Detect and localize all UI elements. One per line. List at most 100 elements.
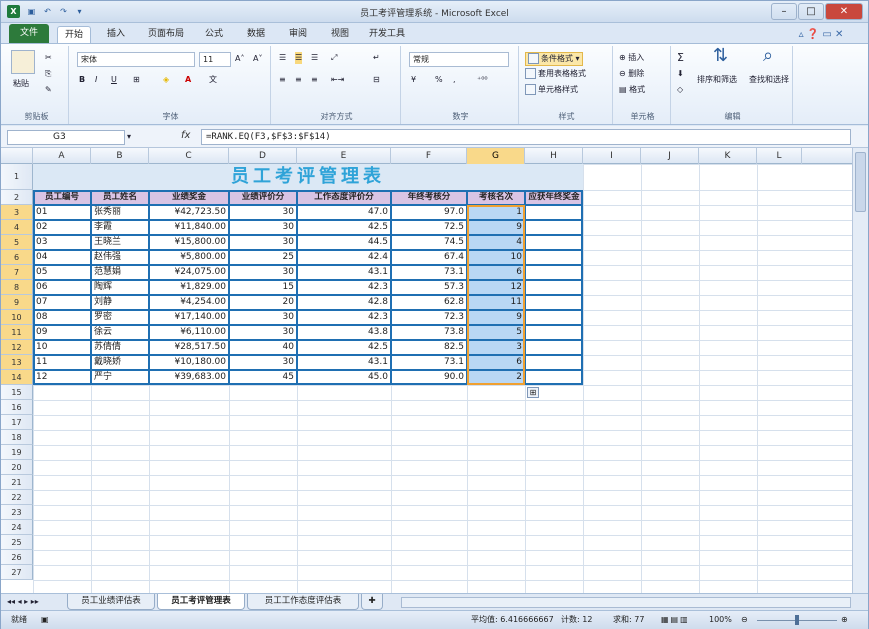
column-header-I[interactable]: I bbox=[583, 148, 641, 164]
zoom-level[interactable]: 100% bbox=[709, 611, 732, 629]
data-cell[interactable]: 2 bbox=[467, 370, 525, 385]
row-header-5[interactable]: 5 bbox=[1, 235, 33, 250]
data-cell[interactable]: 40 bbox=[229, 340, 297, 355]
data-cell[interactable]: 43.8 bbox=[297, 325, 391, 340]
data-cell[interactable]: 44.5 bbox=[297, 235, 391, 250]
row-header-6[interactable]: 6 bbox=[1, 250, 33, 265]
data-cell[interactable] bbox=[525, 325, 583, 340]
column-header-D[interactable]: D bbox=[229, 148, 297, 164]
copy-icon[interactable]: ⎘ bbox=[45, 68, 51, 80]
data-cell[interactable]: 57.3 bbox=[391, 280, 467, 295]
macro-record-icon[interactable]: ▣ bbox=[41, 611, 49, 629]
row-header-22[interactable]: 22 bbox=[1, 490, 33, 505]
data-cell[interactable]: 张秀丽 bbox=[91, 205, 149, 220]
data-cell[interactable] bbox=[525, 250, 583, 265]
tab-review[interactable]: 审阅 bbox=[281, 26, 315, 43]
row-header-26[interactable]: 26 bbox=[1, 550, 33, 565]
close-button[interactable]: ✕ bbox=[825, 3, 863, 20]
row-header-21[interactable]: 21 bbox=[1, 475, 33, 490]
data-cell[interactable]: 30 bbox=[229, 205, 297, 220]
insert-sheet-icon[interactable]: ✚ bbox=[361, 594, 383, 610]
tab-view[interactable]: 视图 bbox=[323, 26, 357, 43]
data-cell[interactable]: 02 bbox=[33, 220, 91, 235]
sort-filter-button[interactable]: 排序和筛选 bbox=[697, 74, 737, 86]
comma-button[interactable]: , bbox=[453, 74, 456, 86]
data-cell[interactable] bbox=[525, 205, 583, 220]
sort-filter-icon[interactable]: ⇅ bbox=[713, 47, 728, 65]
row-header-13[interactable]: 13 bbox=[1, 355, 33, 370]
row-header-7[interactable]: 7 bbox=[1, 265, 33, 280]
underline-button[interactable]: U bbox=[111, 74, 117, 86]
data-cell[interactable]: 42.3 bbox=[297, 280, 391, 295]
data-cell[interactable]: 3 bbox=[467, 340, 525, 355]
find-select-button[interactable]: 查找和选择 bbox=[749, 74, 789, 86]
data-cell[interactable]: ¥15,800.00 bbox=[149, 235, 229, 250]
insert-function-icon[interactable]: fx bbox=[181, 130, 190, 141]
column-header-J[interactable]: J bbox=[641, 148, 699, 164]
align-right-icon[interactable]: ≡ bbox=[311, 74, 318, 86]
format-painter-icon[interactable]: ✎ bbox=[45, 84, 52, 96]
font-name-combo[interactable]: 宋体 bbox=[77, 52, 195, 67]
data-cell[interactable] bbox=[525, 220, 583, 235]
align-bottom-icon[interactable]: ☰ bbox=[311, 52, 318, 64]
data-cell[interactable]: 05 bbox=[33, 265, 91, 280]
data-cell[interactable] bbox=[525, 370, 583, 385]
data-cell[interactable]: 苏倩倩 bbox=[91, 340, 149, 355]
align-center-icon[interactable]: ≡ bbox=[295, 74, 302, 86]
border-icon[interactable]: ⊞ bbox=[133, 74, 140, 86]
sheet-nav-arrows[interactable]: ◂◂ ◂ ▸ ▸▸ bbox=[7, 596, 39, 608]
data-cell[interactable]: 47.0 bbox=[297, 205, 391, 220]
data-cell[interactable]: 73.1 bbox=[391, 355, 467, 370]
help-icons[interactable]: ▵ ❓ ▭ ✕ bbox=[791, 26, 851, 43]
data-cell[interactable]: 67.4 bbox=[391, 250, 467, 265]
data-cell[interactable]: ¥24,075.00 bbox=[149, 265, 229, 280]
row-header-14[interactable]: 14 bbox=[1, 370, 33, 385]
column-header-C[interactable]: C bbox=[149, 148, 229, 164]
zoom-out-button[interactable]: ⊖ bbox=[741, 611, 748, 629]
sheet-tab-performance[interactable]: 员工业绩评估表 bbox=[67, 594, 155, 610]
row-header-1[interactable]: 1 bbox=[1, 164, 33, 190]
merge-center-icon[interactable]: ⊟ bbox=[373, 74, 380, 86]
formula-input[interactable]: =RANK.EQ(F3,$F$3:$F$14) bbox=[201, 129, 851, 145]
data-cell[interactable]: 戴晓娇 bbox=[91, 355, 149, 370]
row-header-9[interactable]: 9 bbox=[1, 295, 33, 310]
data-cell[interactable]: ¥17,140.00 bbox=[149, 310, 229, 325]
data-cell[interactable]: 73.8 bbox=[391, 325, 467, 340]
phonetic-icon[interactable]: 文 bbox=[209, 74, 217, 86]
sheet-tab-evaluation[interactable]: 员工考评管理表 bbox=[157, 594, 245, 610]
horizontal-scrollbar[interactable] bbox=[401, 597, 851, 608]
accounting-format-icon[interactable]: ¥ bbox=[411, 74, 416, 86]
header-cell[interactable]: 工作态度评价分 bbox=[297, 190, 391, 205]
find-select-icon[interactable]: ⌕ bbox=[763, 47, 773, 65]
data-cell[interactable]: 20 bbox=[229, 295, 297, 310]
number-format-combo[interactable]: 常规 bbox=[409, 52, 509, 67]
data-cell[interactable]: 03 bbox=[33, 235, 91, 250]
column-header-E[interactable]: E bbox=[297, 148, 391, 164]
column-header-G[interactable]: G bbox=[467, 148, 525, 164]
data-cell[interactable]: 30 bbox=[229, 355, 297, 370]
column-header-F[interactable]: F bbox=[391, 148, 467, 164]
data-cell[interactable]: 王晓兰 bbox=[91, 235, 149, 250]
data-cell[interactable]: 90.0 bbox=[391, 370, 467, 385]
row-header-23[interactable]: 23 bbox=[1, 505, 33, 520]
data-cell[interactable]: ¥4,254.00 bbox=[149, 295, 229, 310]
paste-button[interactable]: 粘贴 bbox=[13, 78, 29, 90]
insert-cells-button[interactable]: ⊕ 插入 bbox=[619, 52, 644, 64]
cell-styles-button[interactable]: 单元格样式 bbox=[525, 84, 578, 96]
align-middle-icon[interactable]: ☰ bbox=[295, 52, 303, 64]
row-header-4[interactable]: 4 bbox=[1, 220, 33, 235]
data-cell[interactable]: 12 bbox=[33, 370, 91, 385]
data-cell[interactable]: 09 bbox=[33, 325, 91, 340]
row-header-3[interactable]: 3 bbox=[1, 205, 33, 220]
name-box[interactable]: G3 bbox=[7, 130, 125, 145]
decimal-icon[interactable]: ⁺⁰⁰ bbox=[477, 74, 488, 86]
header-cell[interactable]: 考核名次 bbox=[467, 190, 525, 205]
row-header-19[interactable]: 19 bbox=[1, 445, 33, 460]
tab-home[interactable]: 开始 bbox=[57, 26, 91, 43]
shrink-font-button[interactable]: A˅ bbox=[253, 53, 262, 65]
tab-file[interactable]: 文件 bbox=[9, 24, 49, 43]
tab-data[interactable]: 数据 bbox=[239, 26, 273, 43]
data-cell[interactable]: 08 bbox=[33, 310, 91, 325]
header-cell[interactable]: 员工编号 bbox=[33, 190, 91, 205]
data-cell[interactable]: 45 bbox=[229, 370, 297, 385]
